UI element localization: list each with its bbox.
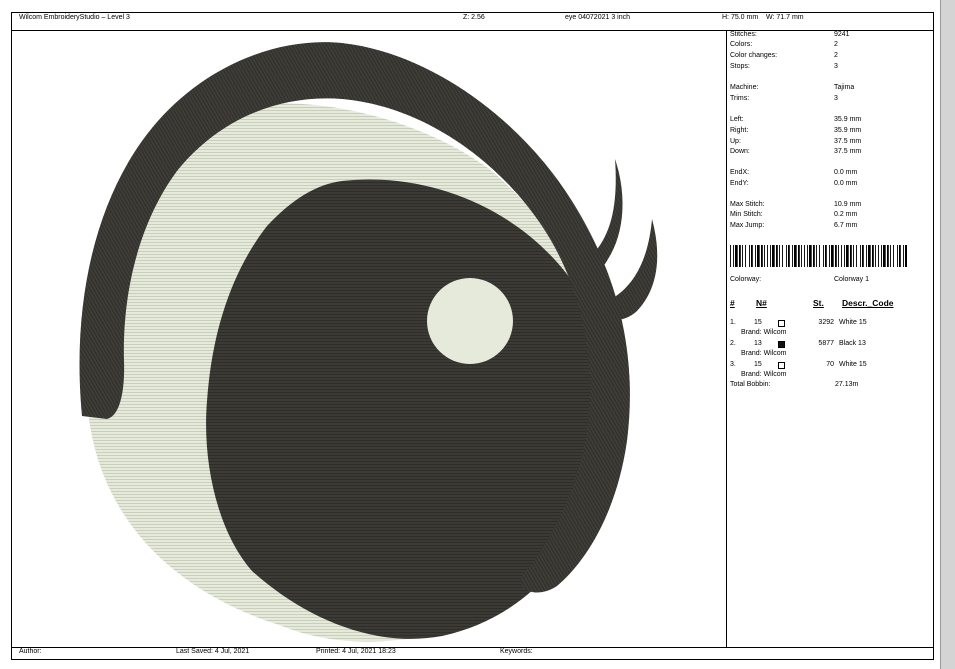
total-bobbin-label: Total Bobbin: — [730, 381, 771, 388]
stat-label: Min Stitch: — [730, 211, 763, 218]
stat-value: 6.7 mm — [834, 222, 858, 229]
design-height: H: 75.0 mm — [722, 14, 759, 21]
footer-divider — [12, 647, 933, 648]
stat-label: Up: — [730, 138, 741, 145]
stat-value: 37.5 mm — [834, 148, 862, 155]
color-row-brand: Brand: Wilcom — [741, 350, 787, 357]
stat-label: Stitches: — [730, 31, 757, 38]
panel-divider — [726, 31, 727, 648]
zoom-level: Z: 2.56 — [463, 14, 485, 21]
stat-value: 3 — [834, 95, 838, 102]
stat-label: Left: — [730, 116, 744, 123]
author-field: Author: — [19, 648, 42, 655]
stat-label: Colors: — [730, 41, 753, 48]
app-title: Wilcom EmbroideryStudio – Level 3 — [19, 14, 130, 21]
printed-field: Printed: 4 Jul, 2021 18:23 — [316, 648, 396, 655]
stat-label: Right: — [730, 127, 749, 134]
color-row-stitches: 70 — [826, 361, 834, 368]
barcode — [730, 245, 907, 267]
stat-value: 0.0 mm — [834, 169, 858, 176]
color-row-index: 2. — [730, 340, 736, 347]
stat-label: Max Jump: — [730, 222, 765, 229]
stat-label: Trims: — [730, 95, 750, 102]
last-saved-field: Last Saved: 4 Jul, 2021 — [176, 648, 250, 655]
stat-label: EndX: — [730, 169, 750, 176]
stat-value: 10.9 mm — [834, 201, 862, 208]
total-bobbin-value: 27.13m — [835, 381, 859, 388]
color-row-index: 3. — [730, 361, 736, 368]
column-description: Descr._Code — [842, 298, 894, 308]
stat-label: EndY: — [730, 180, 749, 187]
color-row-brand: Brand: Wilcom — [741, 329, 787, 336]
colorway-label: Colorway: — [730, 276, 762, 283]
color-row-description: White 15 — [839, 361, 867, 368]
vertical-scrollbar[interactable] — [940, 0, 955, 669]
color-row-needle: 15 — [754, 361, 762, 368]
stat-label: Stops: — [730, 63, 750, 70]
stat-value: Tajima — [834, 84, 855, 91]
column-index: # — [730, 298, 735, 308]
design-width: W: 71.7 mm — [766, 14, 804, 21]
stat-label: Down: — [730, 148, 750, 155]
color-row-brand: Brand: Wilcom — [741, 371, 787, 378]
color-swatch — [778, 362, 785, 369]
stat-value: 35.9 mm — [834, 127, 862, 134]
color-swatch — [778, 320, 785, 327]
stat-label: Max Stitch: — [730, 201, 765, 208]
color-row-needle: 15 — [754, 319, 762, 326]
color-row-stitches: 3292 — [818, 319, 834, 326]
design-name: eye 04072021 3 inch — [565, 14, 630, 21]
color-row-needle: 13 — [754, 340, 762, 347]
color-row-description: White 15 — [839, 319, 867, 326]
colorway-value: Colorway 1 — [834, 276, 870, 283]
stat-value: 3 — [834, 63, 838, 70]
color-row-stitches: 5877 — [818, 340, 834, 347]
color-row-index: 1. — [730, 319, 736, 326]
stat-value: 35.9 mm — [834, 116, 862, 123]
stat-value: 2 — [834, 52, 838, 59]
stat-value: 0.0 mm — [834, 180, 858, 187]
column-stitches: St. — [813, 298, 824, 308]
stat-label: Machine: — [730, 84, 759, 91]
column-needle: N# — [756, 298, 767, 308]
color-swatch — [778, 341, 785, 348]
stat-label: Color changes: — [730, 52, 778, 59]
stat-value: 2 — [834, 41, 838, 48]
color-row-description: Black 13 — [839, 340, 866, 347]
keywords-field: Keywords: — [500, 648, 533, 655]
design-preview — [12, 31, 726, 648]
stat-value: 37.5 mm — [834, 138, 862, 145]
stat-value: 9241 — [834, 31, 850, 38]
stat-value: 0.2 mm — [834, 211, 858, 218]
highlight-shape — [427, 278, 513, 364]
embroidery-eye-design — [79, 42, 658, 642]
